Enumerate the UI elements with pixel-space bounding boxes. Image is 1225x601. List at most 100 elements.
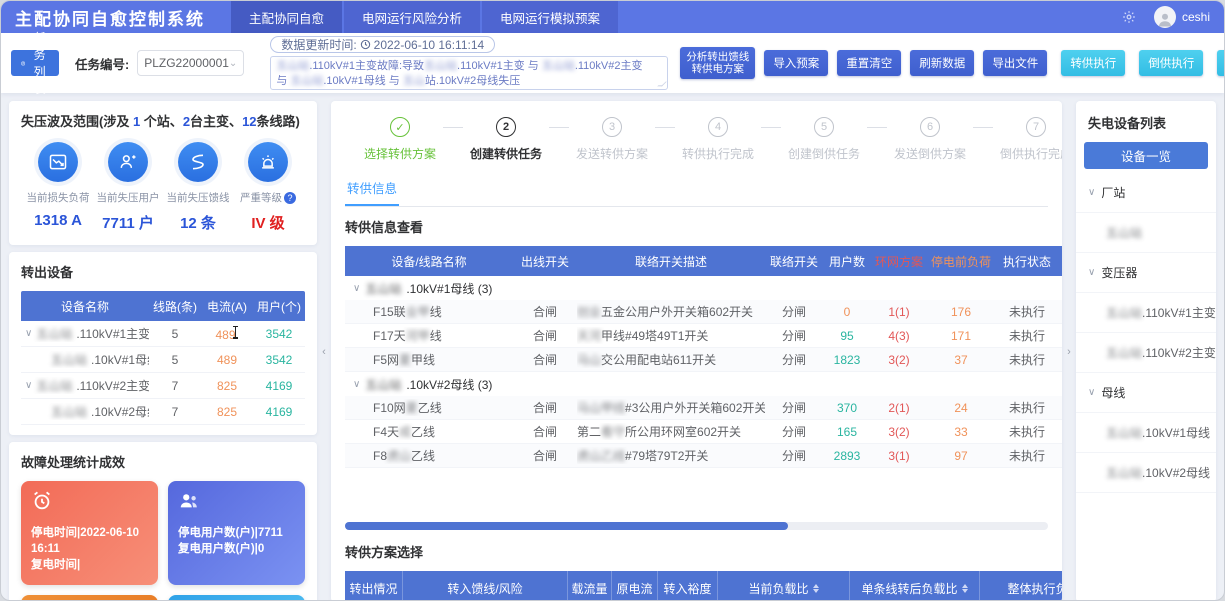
group-row[interactable]: ∨五山站.10kV#2母线 (3): [345, 372, 1062, 396]
chevron-down-icon: ⌄: [229, 58, 237, 69]
step-3[interactable]: 3发送转供方案: [569, 117, 655, 162]
group-name: .10kV#1母线 (3): [406, 280, 492, 297]
settings-gear-icon[interactable]: [1122, 10, 1136, 24]
toolbar-button-blue-5[interactable]: 导出文件: [983, 50, 1047, 76]
users-cell: 2893: [823, 449, 871, 463]
table-row[interactable]: F4天成乙线合闸第二看守所公用环网室602开关分闸1653(2)33未执行F8看…: [345, 420, 1062, 444]
toolbar-button-blue-4[interactable]: 刷新数据: [910, 50, 974, 76]
fault-stats-title: 故障处理统计成效: [21, 452, 305, 471]
expand-caret-icon: ∨: [1088, 267, 1095, 278]
step-connector: [867, 127, 887, 128]
step-4[interactable]: 4转供执行完成: [675, 117, 761, 162]
column-header: 出线开关: [513, 253, 577, 270]
step-2[interactable]: 2创建转供任务: [463, 117, 549, 162]
tie-switch-cell: 分闸: [765, 423, 823, 440]
table-row[interactable]: ∨五山站.110kV#1主变54893542: [21, 321, 305, 347]
tree-group[interactable]: ∨厂站: [1076, 173, 1216, 213]
plan-select-title: 转供方案选择: [345, 542, 1062, 561]
tree-leaf[interactable]: 五山站.110kV#1主变: [1076, 293, 1216, 333]
toolbar-button-blue-1[interactable]: 分析转出馈线转供电方案: [680, 47, 755, 79]
username: ceshi: [1182, 10, 1210, 24]
blurred-text: 业甲: [406, 305, 430, 319]
text-segment: #3公用户外开关箱602开关: [625, 401, 765, 415]
toolbar-button-blue-3[interactable]: 重置清空: [837, 50, 901, 76]
sort-icon[interactable]: [813, 584, 819, 593]
nav-tab-1[interactable]: 主配协同自愈: [231, 1, 342, 33]
current-cell: 489: [201, 353, 253, 367]
right-sidebar: 失电设备列表 设备一览 ∨厂站五山站∨变压器五山站.110kV#1主变五山站.1…: [1076, 101, 1216, 601]
current-cell: 825: [201, 379, 253, 393]
fault-description-textarea[interactable]: 五山站.110kV#1主变故障:导致五山站.110kV#1主变 与 五山站.11…: [270, 56, 668, 90]
table-row[interactable]: F10网夏乙线合闸马山甲线#3公用户外开关箱602开关分闸3702(1)24未执…: [345, 396, 1062, 420]
users-cell: 165: [823, 425, 871, 439]
table-row[interactable]: 五山站.10kV#1母线54893542: [21, 347, 305, 373]
toolbar-button-cyan-2[interactable]: 倒供执行: [1139, 50, 1203, 76]
nav-tab-2[interactable]: 电网运行风险分析: [344, 1, 480, 33]
table-row[interactable]: F5网夏甲线合闸马山交公用配电站611开关分闸18233(2)37未执行F16马…: [345, 348, 1062, 372]
fault-text: 五山站.110kV#1主变故障:导致五山站.110kV#1主变 与 五山站.11…: [276, 60, 642, 87]
tree-leaf[interactable]: 五山站: [1076, 213, 1216, 253]
table-row[interactable]: F17天河甲线合闸天河甲线#49塔49T1开关分闸954(3)171未执行F7天…: [345, 324, 1062, 348]
step-connector: [973, 127, 993, 128]
toolbar-button-cyan-1[interactable]: 转供执行: [1061, 50, 1125, 76]
out-switch-cell: 合闸: [513, 399, 577, 416]
collapse-right-sidebar[interactable]: ›: [1062, 101, 1076, 601]
text-segment: #79塔79T2开关: [625, 449, 708, 463]
transfer-info-section: 转供信息查看 设备/线路名称出线开关联络开关描述联络开关用户数环网方案停电前负荷…: [331, 207, 1062, 530]
ring-plan-cell: 2(1): [871, 401, 927, 415]
tie-switch-cell: 分闸: [765, 303, 823, 320]
tab-transfer-info[interactable]: 转供信息: [345, 172, 399, 206]
target-feeder-cell: F7天溪: [1059, 327, 1062, 344]
step-7[interactable]: 7倒供执行完成: [993, 117, 1062, 162]
tree-leaf[interactable]: 五山站.110kV#2主变: [1076, 333, 1216, 373]
step-circle: 7: [1026, 117, 1046, 137]
preload-cell: 171: [927, 329, 995, 343]
column-header-label: 载流量: [572, 580, 608, 597]
task-list-button[interactable]: 任务列表: [11, 50, 59, 76]
text-segment: 12: [242, 114, 256, 129]
step-5[interactable]: 5创建倒供任务: [781, 117, 867, 162]
expand-caret-icon[interactable]: ∨: [353, 379, 360, 390]
resize-grip-icon[interactable]: [658, 82, 668, 87]
column-header: 联络开关描述: [577, 253, 765, 270]
user-menu[interactable]: ceshi: [1154, 6, 1210, 28]
expand-caret-icon[interactable]: ∨: [353, 283, 360, 294]
table-row[interactable]: ∨五山站.110kV#2主变78254169: [21, 373, 305, 399]
users-cell: 0: [823, 305, 871, 319]
task-no-select[interactable]: PLZG22000001 ⌄: [137, 50, 244, 76]
nav-tab-3[interactable]: 电网运行模拟预案: [482, 1, 618, 33]
device-tree: ∨厂站五山站∨变压器五山站.110kV#1主变五山站.110kV#2主变∨母线五…: [1076, 173, 1216, 493]
tree-leaf[interactable]: 五山站.10kV#1母线: [1076, 413, 1216, 453]
plan-column-header-1: 转出情况: [345, 571, 403, 601]
expand-caret-icon[interactable]: ∨: [25, 380, 32, 391]
alarm-clock-icon: [31, 490, 148, 525]
toolbar-button-blue-2[interactable]: 导入预案: [764, 50, 828, 76]
step-6[interactable]: 6发送倒供方案: [887, 117, 973, 162]
blurred-text: 五山站: [365, 280, 401, 297]
step-1[interactable]: ✓选择转供方案: [357, 117, 443, 162]
card-line-2: 复电时间|: [31, 557, 148, 573]
plan-column-header-4: 原电流: [612, 571, 658, 601]
table-row[interactable]: F15联业甲线合闸创业五金公用户外开关箱602开关分闸01(1)176未执行F1…: [345, 300, 1062, 324]
group-row[interactable]: ∨ 五山站 .10kV#1母线 (3): [345, 276, 1062, 300]
tree-leaf[interactable]: 五山站.10kV#2母线: [1076, 453, 1216, 493]
expand-caret-icon[interactable]: ∨: [25, 328, 32, 339]
step-label: 创建转供任务: [470, 145, 542, 162]
collapse-left-sidebar[interactable]: ‹: [317, 101, 331, 601]
sort-icon[interactable]: [962, 584, 968, 593]
users-cell: 95: [823, 329, 871, 343]
toolbar-button-cyan-3[interactable]: 图形分析: [1217, 50, 1225, 76]
horizontal-scrollbar-thumb[interactable]: [345, 522, 788, 530]
blurred-text: 五山站: [1106, 346, 1142, 360]
text-segment: 第二: [577, 425, 601, 439]
tree-group[interactable]: ∨变压器: [1076, 253, 1216, 293]
tree-group[interactable]: ∨母线: [1076, 373, 1216, 413]
help-icon[interactable]: ?: [284, 192, 296, 204]
step-connector: [549, 127, 569, 128]
table-row[interactable]: F8虎山乙线合闸虎山乙线#79塔79T2开关分闸28933(1)97未执行F5和…: [345, 444, 1062, 468]
table-row[interactable]: 五山站.10kV#2母线78254169: [21, 399, 305, 425]
text-segment: 站.10kV#2母线失压: [425, 75, 520, 87]
device-overview-button[interactable]: 设备一览: [1084, 142, 1208, 169]
text-segment: .110kV#1主变 与: [457, 60, 542, 72]
stat-card-orange: 停电设备数|母线:2/馈线:12复电设备数|母线:0/馈线:0: [21, 595, 158, 601]
